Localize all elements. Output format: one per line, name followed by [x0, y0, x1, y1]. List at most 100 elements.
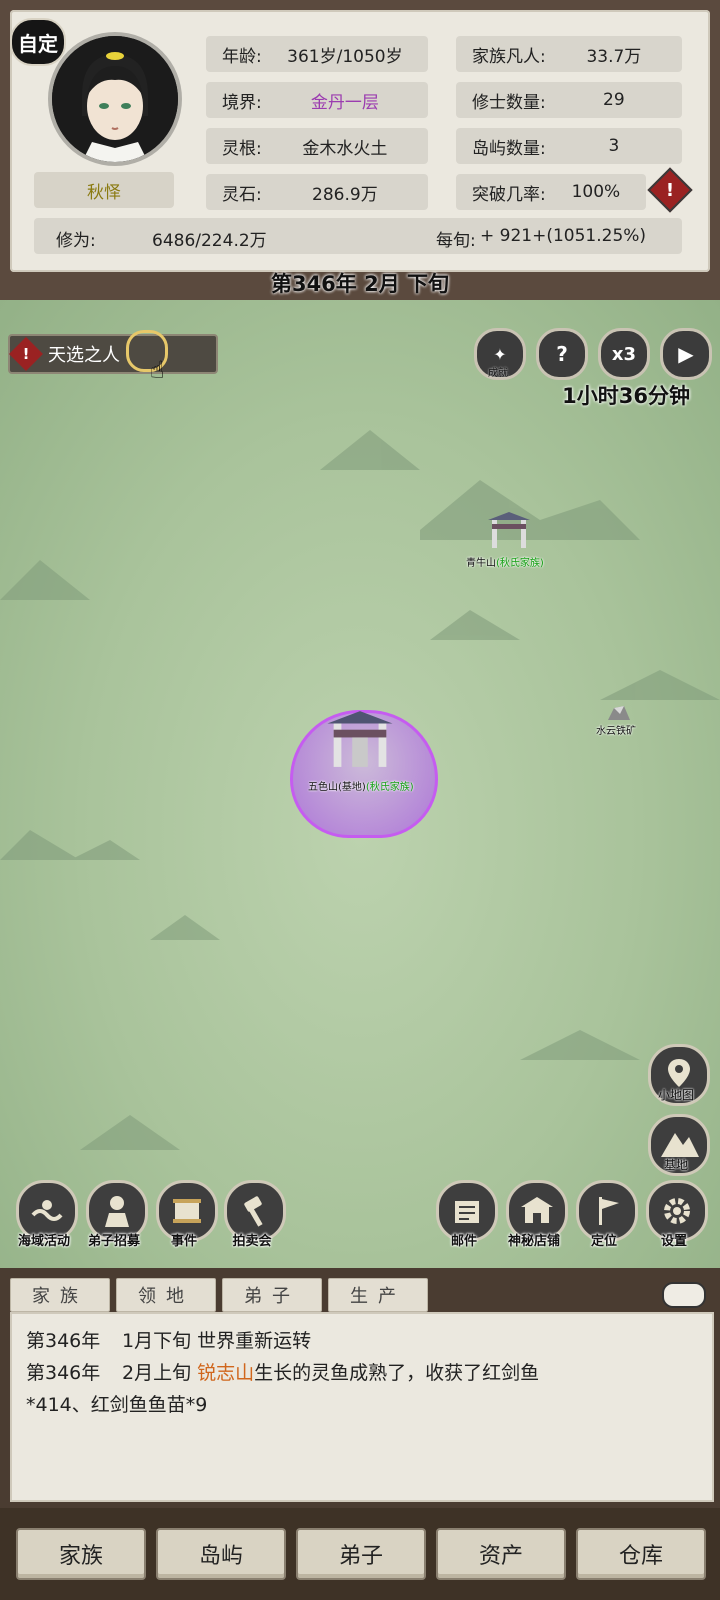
- stat-spirit-stones-value: 286.9万: [312, 184, 378, 205]
- stat-breakthrough: 突破几率: 100%: [456, 174, 646, 210]
- location-qingniu[interactable]: 青牛山(秋氏家族): [466, 554, 544, 569]
- play-icon: ▶: [678, 342, 694, 366]
- qingniu-gate-icon[interactable]: [486, 510, 532, 550]
- gear-icon: [664, 1198, 690, 1224]
- base-gate-icon[interactable]: [324, 708, 396, 770]
- log-tab-territory[interactable]: 领地: [116, 1278, 216, 1312]
- cultivation-value: 6486/224.2万: [152, 231, 267, 251]
- nav-islands[interactable]: 岛屿: [156, 1528, 286, 1580]
- play-button[interactable]: ▶: [660, 328, 712, 380]
- cultivation-label: 修为:: [56, 231, 96, 251]
- stat-realm: 境界: 金丹一层: [206, 82, 428, 118]
- stat-breakthrough-value: 100%: [571, 182, 621, 202]
- shop-pavilion-icon: [521, 1197, 553, 1223]
- flag-icon: [599, 1197, 619, 1225]
- log-entry-text-tail: 生长的灵鱼成熟了，收获了红剑鱼: [254, 1362, 540, 1384]
- stat-islands-value: 3: [608, 136, 620, 156]
- help-button[interactable]: ?: [536, 328, 588, 380]
- auto-badge[interactable]: 自定: [10, 18, 66, 66]
- quest-label: 天选之人: [48, 345, 120, 366]
- log-entry: 第346年 1月下旬 世界重新运转: [26, 1326, 311, 1353]
- location-qingniu-clan: (秋氏家族): [496, 558, 544, 569]
- location-shuiyun-mine[interactable]: 水云铁矿: [596, 722, 636, 737]
- stat-cultivators-value: 29: [603, 90, 625, 110]
- per-turn-value: + 921+(1051.25%): [480, 226, 647, 246]
- stat-age: 年龄: 361岁/1050岁: [206, 36, 428, 72]
- character-name: 秋怿: [34, 172, 174, 208]
- quest-alert-icon: !: [9, 337, 43, 371]
- bottom-nav: 家族 岛屿 弟子 资产 仓库: [0, 1508, 720, 1600]
- event-log-panel: 家族 领地 弟子 生产 第346年 1月下旬 世界重新运转 第346年 2月上旬 锐…: [0, 1268, 720, 1508]
- events-label: 事件: [170, 1234, 197, 1249]
- cultivation-bar: 修为: 6486/224.2万 每旬: + 921+(1051.25%): [34, 218, 682, 254]
- log-entry-year: 第346年: [26, 1362, 101, 1384]
- achievement-label: 成就: [488, 368, 508, 379]
- log-entry-year: 第346年: [26, 1330, 101, 1352]
- base-label: 基地: [663, 1158, 688, 1172]
- speed-button[interactable]: x3: [598, 328, 650, 380]
- auction-label: 拍卖会: [232, 1234, 272, 1249]
- iron-mine-icon[interactable]: [606, 704, 632, 722]
- minimap-label: 小地图: [657, 1088, 694, 1102]
- nav-disciples[interactable]: 弟子: [296, 1528, 426, 1580]
- log-tab-production[interactable]: 生产: [328, 1278, 428, 1312]
- stat-spirit-root-label: 灵根:: [222, 138, 262, 159]
- per-turn-label: 每旬:: [436, 231, 476, 251]
- log-body[interactable]: 第346年 1月下旬 世界重新运转 第346年 2月上旬 锐志山生长的灵鱼成熟了，收…: [10, 1312, 714, 1502]
- stat-mortals-label: 家族凡人:: [472, 46, 546, 67]
- stat-islands: 岛屿数量: 3: [456, 128, 682, 164]
- nav-family[interactable]: 家族: [16, 1528, 146, 1580]
- stat-mortals: 家族凡人: 33.7万: [456, 36, 682, 72]
- sea-waves-icon: [31, 1200, 63, 1221]
- nav-warehouse[interactable]: 仓库: [576, 1528, 706, 1580]
- stat-islands-label: 岛屿数量:: [472, 138, 546, 159]
- location-wuse-base[interactable]: 五色山(基地)(秋氏家族): [308, 778, 414, 793]
- stat-spirit-root: 灵根: 金木水火土: [206, 128, 428, 164]
- cloud-toggle-icon[interactable]: [662, 1282, 706, 1308]
- achievement-icon: ✦: [493, 344, 507, 364]
- stat-realm-value: 金丹一层: [310, 92, 379, 113]
- stat-breakthrough-label: 突破几率:: [472, 184, 546, 205]
- nav-assets[interactable]: 资产: [436, 1528, 566, 1580]
- log-entry-continuation: *414、红剑鱼鱼苗*9: [26, 1394, 208, 1416]
- scroll-icon: [173, 1199, 201, 1223]
- character-portrait-icon: [52, 36, 178, 162]
- disciple-figure-icon: [105, 1196, 129, 1227]
- stat-realm-label: 境界:: [222, 92, 262, 113]
- stat-age-value: 361岁/1050岁: [287, 46, 403, 67]
- mail-icon: [455, 1201, 479, 1223]
- log-tab-disciples[interactable]: 弟子: [222, 1278, 322, 1312]
- stat-cultivators-label: 修士数量:: [472, 92, 546, 113]
- settings-label: 设置: [660, 1234, 687, 1249]
- game-date: 第346年 2月 下旬: [270, 272, 450, 296]
- log-entry-text: 1月下旬 世界重新运转: [122, 1330, 312, 1352]
- stat-cultivators: 修士数量: 29: [456, 82, 682, 118]
- mail-label: 邮件: [450, 1234, 477, 1249]
- world-map[interactable]: ! 天选之人 ☝ ✦ 成就 ? x3 ▶ 1小时36分钟 青牛山(秋氏家族) 水…: [0, 300, 720, 1268]
- mystery-shop-label: 神秘店铺: [507, 1234, 560, 1249]
- character-avatar[interactable]: [52, 36, 178, 162]
- pointing-hand-icon: ☝: [150, 356, 165, 384]
- location-wuse-name: 五色山(基地): [308, 782, 366, 793]
- stat-mortals-value: 33.7万: [586, 46, 642, 67]
- speed-icon: x3: [611, 343, 637, 365]
- stat-spirit-stones-label: 灵石:: [222, 184, 262, 205]
- location-qingniu-name: 青牛山: [466, 558, 496, 569]
- character-panel: 自定 秋怿 年龄: 361岁/1050岁 境界: 金丹一层 灵根: 金木水火土 …: [0, 0, 720, 300]
- log-tab-family[interactable]: 家族: [10, 1278, 110, 1312]
- sea-event-label: 海域活动: [17, 1234, 70, 1249]
- log-entry: 第346年 2月上旬 锐志山生长的灵鱼成熟了，收获了红剑鱼: [26, 1358, 539, 1385]
- log-entry-text: 2月上旬: [122, 1362, 198, 1384]
- quest-alert-glyph: !: [22, 345, 30, 363]
- quest-chosen-one[interactable]: ! 天选之人: [8, 334, 218, 374]
- help-icon: ?: [556, 342, 568, 366]
- stat-age-label: 年龄:: [222, 46, 262, 67]
- countdown-timer: 1小时36分钟: [562, 384, 690, 408]
- stat-spirit-root-value: 金木水火土: [302, 138, 388, 159]
- log-entry-highlight: 锐志山: [197, 1362, 255, 1384]
- recruit-label: 弟子招募: [87, 1234, 140, 1249]
- location-wuse-clan: (秋氏家族): [365, 782, 414, 793]
- gavel-icon: [244, 1196, 263, 1227]
- locate-label: 定位: [590, 1234, 617, 1249]
- warning-glyph: !: [665, 179, 675, 201]
